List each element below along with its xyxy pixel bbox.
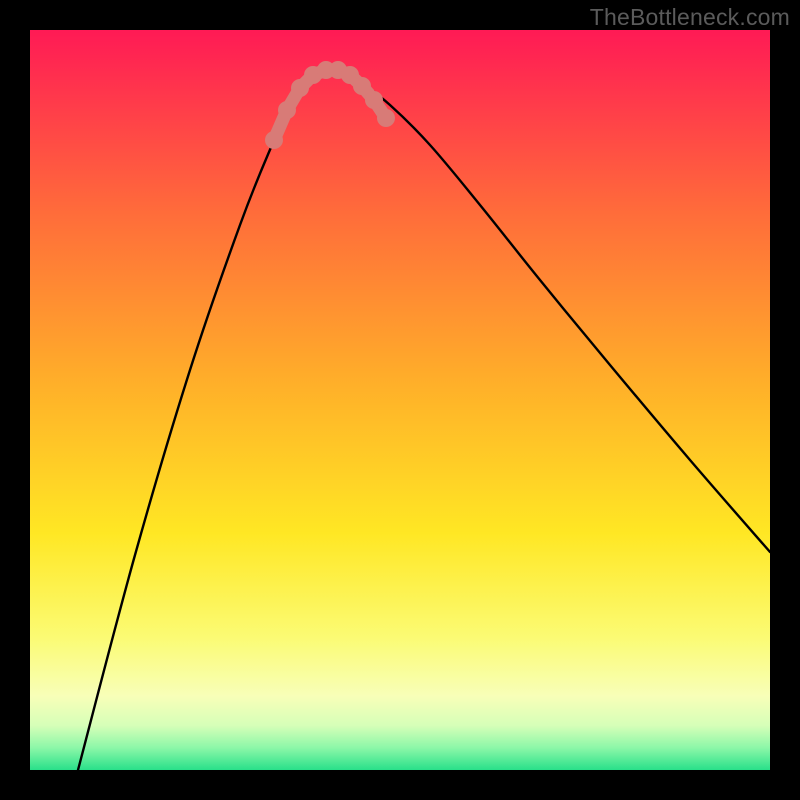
plot-area [30, 30, 770, 770]
curve-layer [30, 30, 770, 770]
watermark-text: TheBottleneck.com [590, 4, 790, 31]
bottleneck-curve [78, 68, 770, 770]
trough-highlight [265, 61, 395, 149]
chart-frame: TheBottleneck.com [0, 0, 800, 800]
